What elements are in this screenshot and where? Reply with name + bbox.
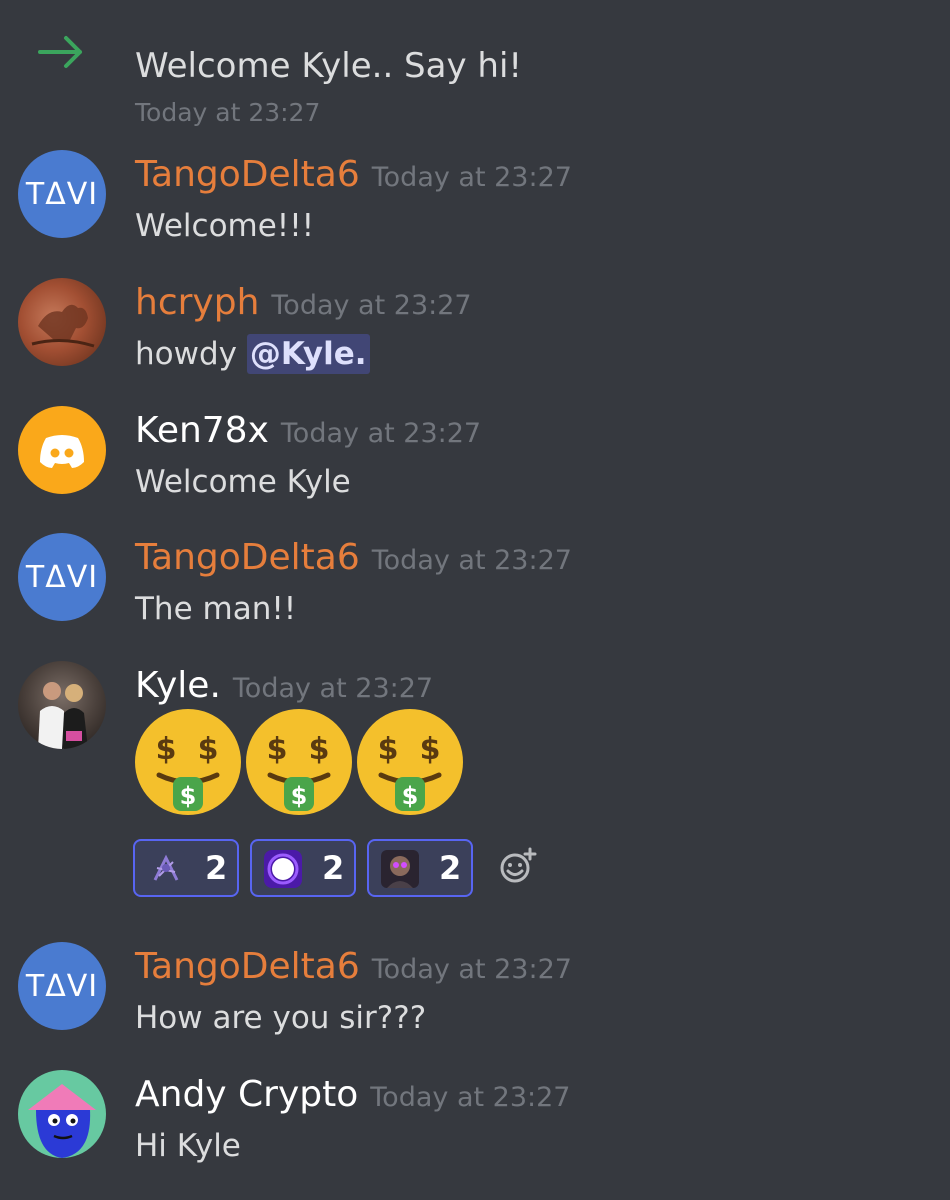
- avatar[interactable]: TΔVI: [18, 942, 106, 1030]
- add-reaction-icon[interactable]: [498, 847, 538, 887]
- message-text: Welcome Kyle: [135, 464, 351, 500]
- user-mention[interactable]: @Kyle.: [246, 334, 370, 374]
- svg-text:$: $: [378, 732, 399, 767]
- message-timestamp[interactable]: Today at 23:27: [372, 954, 572, 985]
- message-timestamp[interactable]: Today at 23:27: [281, 418, 481, 449]
- join-system-message: Welcome Kyle.. Say hi! Today at 23:27: [0, 18, 950, 127]
- avatar[interactable]: TΔVI: [18, 150, 106, 238]
- message-text: How are you sir???: [135, 1000, 427, 1036]
- svg-text:$: $: [267, 732, 288, 767]
- message-text: Hi Kyle: [135, 1128, 241, 1164]
- username[interactable]: TangoDelta6: [135, 946, 360, 987]
- avatar[interactable]: TΔVI: [18, 533, 106, 621]
- reaction-count: 2: [322, 849, 345, 887]
- message-timestamp[interactable]: Today at 23:27: [372, 545, 572, 576]
- glowing-eyes-face-icon: [381, 850, 419, 888]
- avatar-text: TΔVI: [25, 176, 99, 212]
- username[interactable]: TangoDelta6: [135, 537, 360, 578]
- arrow-right-icon: [38, 36, 82, 68]
- photo-icon: [38, 682, 88, 749]
- username[interactable]: hcryph: [135, 282, 259, 323]
- message-timestamp[interactable]: Today at 23:27: [233, 673, 433, 704]
- reaction-button[interactable]: 2: [133, 839, 239, 897]
- discord-logo-icon: [40, 435, 84, 468]
- money-mouth-face-icon: $ $ $: [135, 709, 241, 815]
- avatar[interactable]: [18, 278, 106, 366]
- message-text: The man!!: [135, 591, 297, 627]
- svg-text:$: $: [198, 732, 219, 767]
- reaction-button[interactable]: 2: [250, 839, 356, 897]
- message-text-prefix: howdy: [135, 336, 247, 372]
- avatar-text: TΔVI: [25, 559, 99, 595]
- reactions-bar: 2 2 2: [133, 839, 553, 899]
- svg-text:$: $: [309, 732, 330, 767]
- message-text: Welcome!!!: [135, 208, 315, 244]
- reaction-count: 2: [205, 849, 228, 887]
- purple-orb-icon: [264, 850, 302, 888]
- cartoon-character-icon: [28, 1084, 96, 1158]
- svg-text:$: $: [156, 732, 177, 767]
- money-mouth-face-icon: $ $ $: [246, 709, 352, 815]
- avatar[interactable]: [18, 1070, 106, 1158]
- message-timestamp[interactable]: Today at 23:27: [372, 162, 572, 193]
- message-timestamp[interactable]: Today at 23:27: [271, 290, 471, 321]
- svg-text:$: $: [291, 782, 308, 810]
- message-timestamp[interactable]: Today at 23:27: [370, 1082, 570, 1113]
- money-mouth-face-icon: $ $ $: [357, 709, 463, 815]
- username[interactable]: Ken78x: [135, 410, 269, 451]
- reaction-count: 2: [439, 849, 462, 887]
- join-message-timestamp[interactable]: Today at 23:27: [135, 98, 320, 127]
- username[interactable]: TangoDelta6: [135, 154, 360, 195]
- cowboy-art-icon: [31, 304, 95, 348]
- svg-text:$: $: [402, 782, 419, 810]
- message-text: howdy @Kyle.: [135, 334, 370, 374]
- meme-character-icon: [147, 850, 185, 888]
- emoji-message: $ $ $ $ $ $ $ $ $: [133, 707, 493, 827]
- svg-text:$: $: [420, 732, 441, 767]
- avatar[interactable]: [18, 406, 106, 494]
- join-message-text: Welcome Kyle.. Say hi!: [135, 46, 523, 86]
- avatar[interactable]: [18, 661, 106, 749]
- avatar-text: TΔVI: [25, 968, 99, 1004]
- reaction-button[interactable]: 2: [367, 839, 473, 897]
- username[interactable]: Andy Crypto: [135, 1074, 358, 1115]
- svg-text:$: $: [180, 782, 197, 810]
- username[interactable]: Kyle.: [135, 665, 221, 706]
